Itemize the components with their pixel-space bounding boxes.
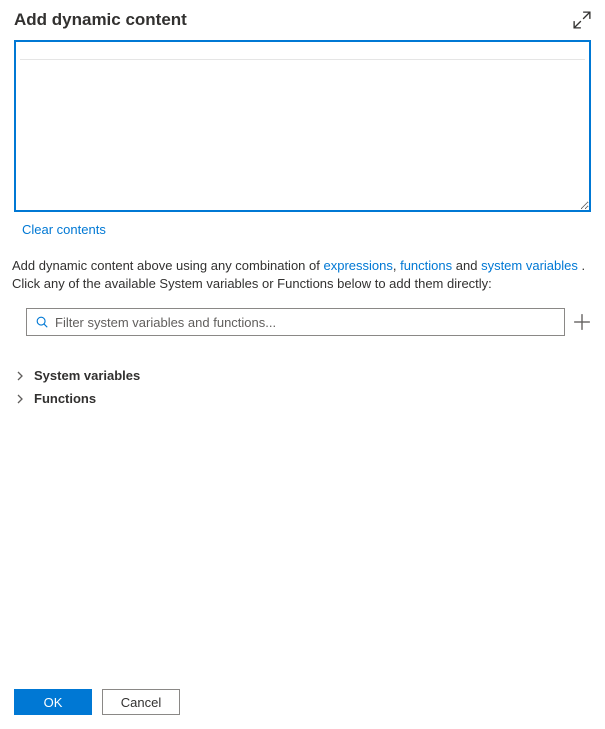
editor-area: Clear contents — [14, 40, 591, 237]
search-icon — [35, 315, 49, 329]
tree-label-system-variables: System variables — [34, 368, 140, 383]
tree-item-functions[interactable]: Functions — [14, 387, 591, 410]
chevron-right-icon — [14, 370, 26, 382]
plus-icon[interactable] — [573, 313, 591, 331]
search-row — [26, 308, 591, 336]
tree-label-functions: Functions — [34, 391, 96, 406]
clear-contents-link[interactable]: Clear contents — [22, 222, 106, 237]
search-box[interactable] — [26, 308, 565, 336]
tree: System variables Functions — [14, 364, 591, 410]
filter-input[interactable] — [55, 309, 564, 335]
chevron-right-icon — [14, 393, 26, 405]
cancel-button[interactable]: Cancel — [102, 689, 180, 715]
dialog-header: Add dynamic content — [0, 0, 605, 38]
system-variables-link[interactable]: system variables — [481, 258, 578, 273]
expressions-link[interactable]: expressions — [323, 258, 392, 273]
footer: OK Cancel — [14, 689, 180, 715]
functions-link[interactable]: functions — [400, 258, 452, 273]
hint-middle: and — [452, 258, 481, 273]
dialog-title: Add dynamic content — [14, 10, 187, 30]
expand-icon[interactable] — [573, 11, 591, 29]
tree-item-system-variables[interactable]: System variables — [14, 364, 591, 387]
hint-comma: , — [393, 258, 400, 273]
hint-text: Add dynamic content above using any comb… — [12, 257, 591, 292]
hint-prefix: Add dynamic content above using any comb… — [12, 258, 323, 273]
ok-button[interactable]: OK — [14, 689, 92, 715]
editor-line — [20, 46, 585, 60]
expression-editor[interactable] — [14, 40, 591, 212]
